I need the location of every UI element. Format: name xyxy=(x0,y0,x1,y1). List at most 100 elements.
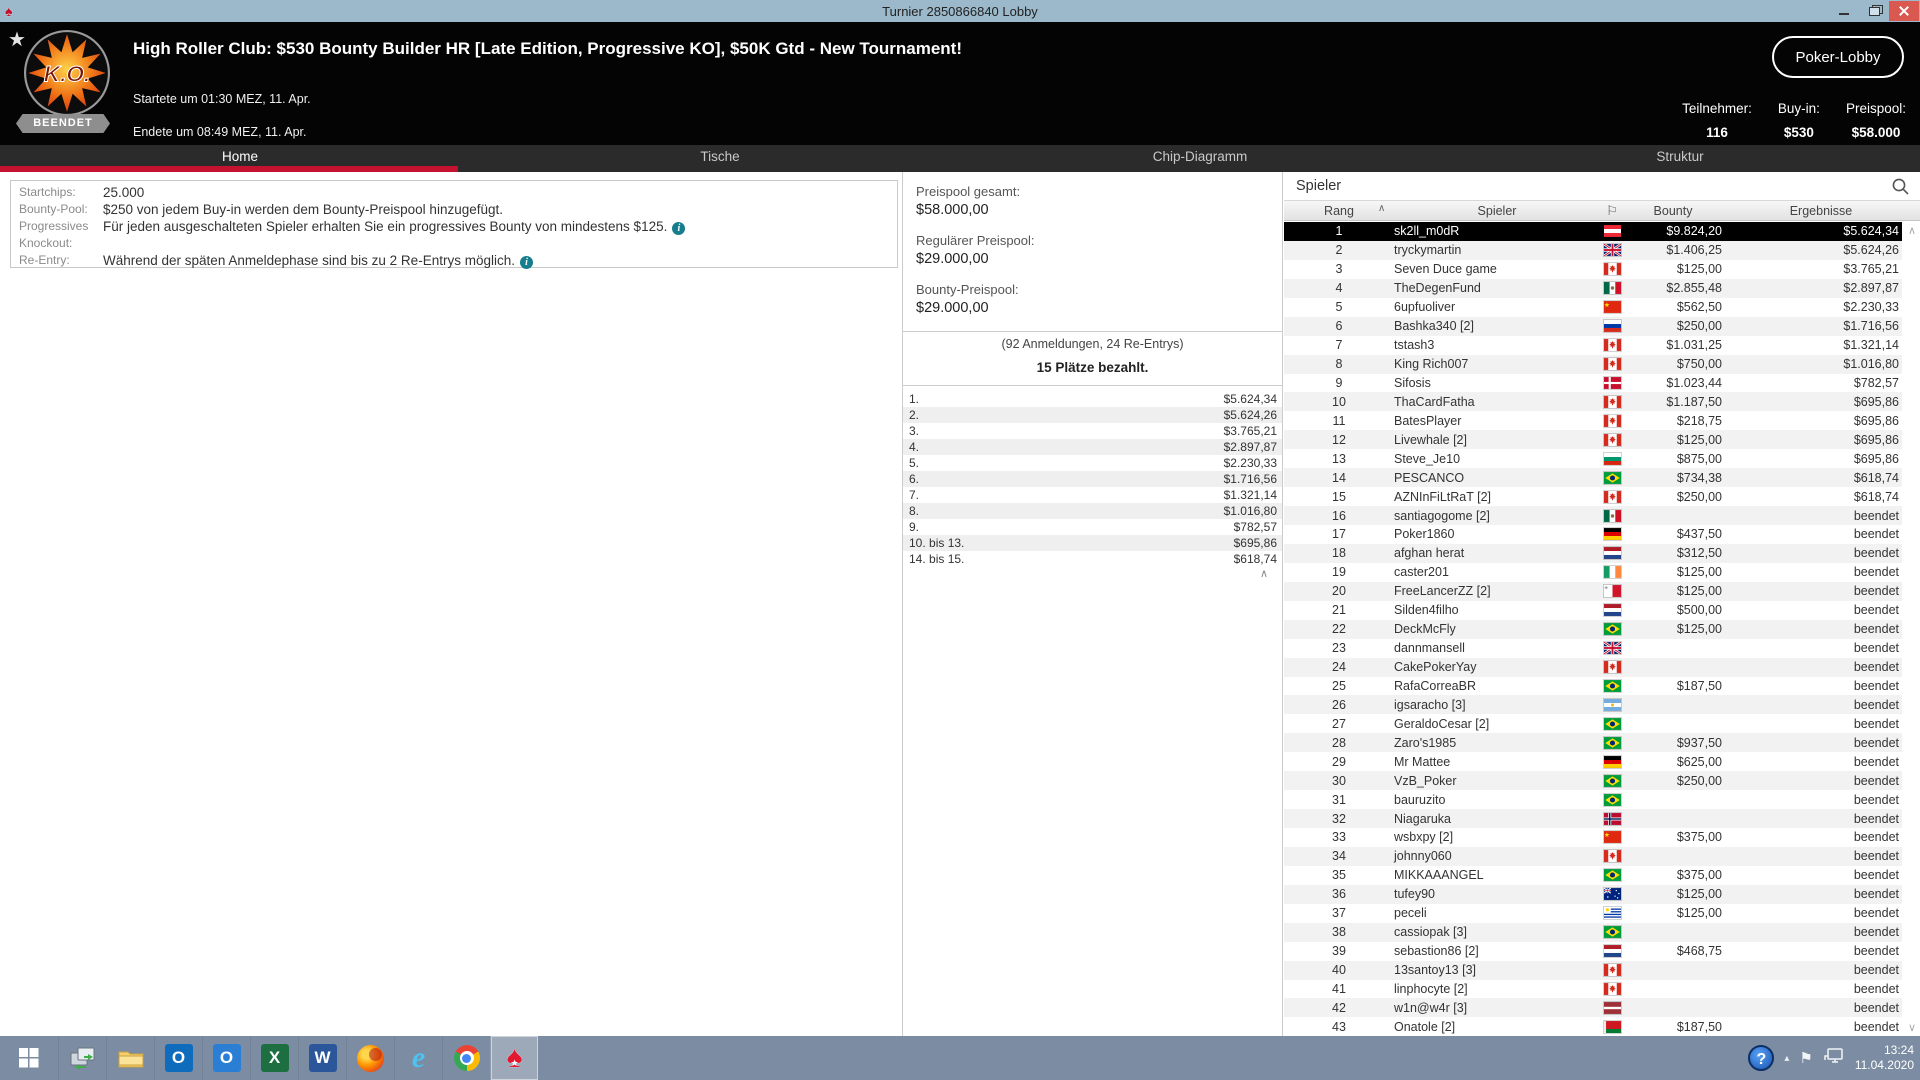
header-stat-label: Preispool: xyxy=(1845,101,1906,116)
tab-tische[interactable]: Tische xyxy=(480,145,960,172)
player-rank: 43 xyxy=(1332,1019,1346,1034)
table-row[interactable]: 34 johnny060 beendet xyxy=(1284,846,1902,866)
table-row[interactable]: 32 Niagaruka beendet xyxy=(1284,809,1902,828)
payout-amount: $1.321,14 xyxy=(1223,488,1277,502)
table-row[interactable]: 12 Livewhale [2] $125,00 $695,86 xyxy=(1284,430,1902,450)
taskbar-clock[interactable]: 13:24 11.04.2020 xyxy=(1855,1043,1914,1073)
table-row[interactable]: 17 Poker1860 $437,50 beendet xyxy=(1284,525,1902,544)
taskbar-app-outlook-2[interactable]: O xyxy=(202,1036,250,1080)
table-row[interactable]: 23 dannmansell beendet xyxy=(1284,639,1902,658)
taskbar-app-chrome[interactable] xyxy=(442,1036,490,1080)
table-row[interactable]: 37 peceli $125,00 beendet xyxy=(1284,904,1902,923)
column-header-flag-icon[interactable]: ⚐ xyxy=(1600,203,1624,219)
country-flag-icon xyxy=(1600,698,1624,711)
table-row[interactable]: 5 6upfuoliver $562,50 $2.230,33 xyxy=(1284,298,1902,317)
close-button[interactable] xyxy=(1889,1,1919,21)
table-row[interactable]: 2 tryckymartin $1.406,25 $5.624,26 xyxy=(1284,240,1902,260)
player-bounty: $125,00 xyxy=(1676,584,1722,599)
table-row[interactable]: 24 CakePokerYay beendet xyxy=(1284,657,1902,677)
table-row[interactable]: 8 King Rich007 $750,00 $1.016,80 xyxy=(1284,354,1902,374)
table-row[interactable]: 31 bauruzito beendet xyxy=(1284,790,1902,809)
taskbar-app-outlook[interactable]: O xyxy=(154,1036,202,1080)
table-row[interactable]: 22 DeckMcFly $125,00 beendet xyxy=(1284,619,1902,639)
table-row[interactable]: 6 Bashka340 [2] $250,00 $1.716,56 xyxy=(1284,316,1902,336)
table-row[interactable]: 30 VzB_Poker $250,00 beendet xyxy=(1284,771,1902,791)
table-row[interactable]: 21 Silden4filho $500,00 beendet xyxy=(1284,601,1902,620)
table-row[interactable]: 18 afghan herat $312,50 beendet xyxy=(1284,543,1902,563)
player-bounty: $1.187,50 xyxy=(1666,394,1722,409)
player-rank: 21 xyxy=(1332,603,1346,618)
column-header-rank[interactable]: Rang ∧ xyxy=(1284,203,1394,218)
taskbar-app-internet-explorer[interactable]: e xyxy=(394,1036,442,1080)
network-icon[interactable] xyxy=(1823,1047,1845,1070)
table-row[interactable]: 15 AZNInFiLtRaT [2] $250,00 $618,74 xyxy=(1284,487,1902,506)
poker-lobby-button[interactable]: Poker-Lobby xyxy=(1772,36,1904,78)
table-row[interactable]: 27 GeraldoCesar [2] beendet xyxy=(1284,714,1902,733)
player-name: 13santoy13 [3] xyxy=(1394,963,1477,978)
table-row[interactable]: 38 cassiopak [3] beendet xyxy=(1284,922,1902,942)
table-row[interactable]: 43 Onatole [2] $187,50 beendet xyxy=(1284,1017,1902,1036)
table-row[interactable]: 25 RafaCorreaBR $187,50 beendet xyxy=(1284,677,1902,696)
table-row[interactable]: 35 MIKKAAANGEL $375,00 beendet xyxy=(1284,866,1902,885)
player-result: $1.016,80 xyxy=(1843,357,1899,372)
table-row[interactable]: 4 TheDegenFund $2.855,48 $2.897,87 xyxy=(1284,278,1902,298)
taskbar-app-excel[interactable]: X xyxy=(250,1036,298,1080)
taskbar-app-task-switcher[interactable] xyxy=(58,1036,106,1080)
tab-home[interactable]: Home xyxy=(0,145,480,172)
tab-struktur[interactable]: Struktur xyxy=(1440,145,1920,172)
table-row[interactable]: 13 Steve_Je10 $875,00 $695,86 xyxy=(1284,449,1902,468)
player-rank: 15 xyxy=(1332,489,1346,504)
table-row[interactable]: 41 linphocyte [2] beendet xyxy=(1284,980,1902,999)
table-row[interactable]: 39 sebastion86 [2] $468,75 beendet xyxy=(1284,942,1902,961)
payout-place: 10. bis 13. xyxy=(909,536,965,550)
player-rank: 6 xyxy=(1335,319,1343,334)
start-button[interactable] xyxy=(0,1036,58,1080)
tab-bar: Home Tische Chip-Diagramm Struktur xyxy=(0,145,1920,172)
table-row[interactable]: 14 PESCANCO $734,38 $618,74 xyxy=(1284,468,1902,488)
table-row[interactable]: 26 igsaracho [3] beendet xyxy=(1284,695,1902,715)
player-name: tryckymartin xyxy=(1394,243,1462,258)
table-row[interactable]: 19 caster201 $125,00 beendet xyxy=(1284,563,1902,582)
table-row[interactable]: 16 santiagogome [2] beendet xyxy=(1284,506,1902,525)
info-icon[interactable]: i xyxy=(519,256,533,269)
player-bounty: $937,50 xyxy=(1676,735,1722,750)
taskbar-app-word[interactable]: W xyxy=(298,1036,346,1080)
payout-amount: $1.716,56 xyxy=(1223,472,1277,486)
player-name: GeraldoCesar [2] xyxy=(1394,716,1490,731)
taskbar-app-file-explorer[interactable] xyxy=(106,1036,154,1080)
info-icon[interactable]: i xyxy=(672,222,686,235)
table-row[interactable]: 7 tstash3 $1.031,25 $1.321,14 xyxy=(1284,336,1902,355)
header-stat: Buy-in: $530 xyxy=(1778,101,1820,140)
restore-button[interactable] xyxy=(1859,1,1889,21)
taskbar-app-firefox[interactable] xyxy=(346,1036,394,1080)
action-center-flag-icon[interactable]: ⚑ xyxy=(1799,1049,1812,1067)
tab-chip-diagramm[interactable]: Chip-Diagramm xyxy=(960,145,1440,172)
scroll-up-icon[interactable]: ∧ xyxy=(1908,224,1916,237)
taskbar-app-pokerstars[interactable]: ♠ ★ xyxy=(490,1036,538,1080)
info-label: Progressives Knockout: xyxy=(19,219,89,250)
table-row[interactable]: 36 tufey90 $125,00 beendet xyxy=(1284,884,1902,904)
table-row[interactable]: 10 ThaCardFatha $1.187,50 $695,86 xyxy=(1284,392,1902,412)
table-row[interactable]: 1 sk2ll_m0dR $9.824,20 $5.624,34 xyxy=(1284,222,1902,241)
table-row[interactable]: 29 Mr Mattee $625,00 beendet xyxy=(1284,752,1902,771)
table-row[interactable]: 3 Seven Duce game $125,00 $3.765,21 xyxy=(1284,260,1902,279)
column-header-results[interactable]: Ergebnisse xyxy=(1722,204,1920,218)
country-flag-icon xyxy=(1600,642,1624,655)
header-stat-label: Buy-in: xyxy=(1777,101,1820,116)
player-result: beendet xyxy=(1853,925,1899,940)
table-row[interactable]: 20 FreeLancerZZ [2] $125,00 beendet xyxy=(1284,581,1902,601)
table-row[interactable]: 9 Sifosis $1.023,44 $782,57 xyxy=(1284,374,1902,393)
table-row[interactable]: 33 wsbxpy [2] $375,00 beendet xyxy=(1284,828,1902,847)
column-header-player[interactable]: Spieler xyxy=(1394,204,1600,218)
column-header-bounty[interactable]: Bounty xyxy=(1624,204,1722,218)
table-row[interactable]: 42 w1n@w4r [3] beendet xyxy=(1284,998,1902,1018)
player-bounty: $312,50 xyxy=(1676,546,1722,561)
help-icon[interactable]: ? xyxy=(1748,1045,1775,1071)
table-row[interactable]: 28 Zaro's1985 $937,50 beendet xyxy=(1284,733,1902,753)
scroll-down-icon[interactable]: ∨ xyxy=(1908,1021,1916,1034)
minimize-button[interactable] xyxy=(1829,1,1859,21)
table-row[interactable]: 11 BatesPlayer $218,75 $695,86 xyxy=(1284,411,1902,430)
collapse-payouts-icon[interactable]: ∧ xyxy=(903,567,1282,581)
table-row[interactable]: 40 13santoy13 [3] beendet xyxy=(1284,960,1902,980)
tray-expand-icon[interactable]: ▴ xyxy=(1784,1053,1789,1064)
